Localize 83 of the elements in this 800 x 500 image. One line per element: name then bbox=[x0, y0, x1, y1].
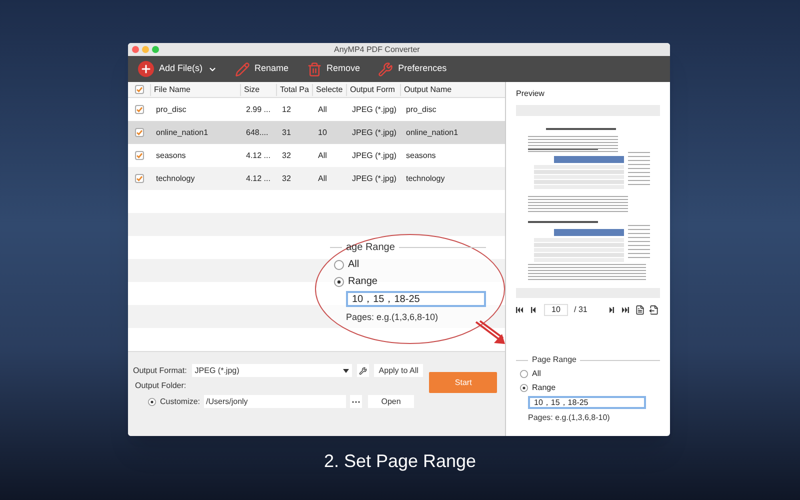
range-input[interactable]: 10，15，18-25 bbox=[528, 396, 646, 409]
window-title: AnyMP4 PDF Converter bbox=[334, 44, 420, 56]
table-cell-text: 648.... bbox=[245, 126, 270, 138]
table-cell-text: JPEG (*.jpg) bbox=[351, 172, 398, 184]
table-cell-text: 4.12 ... bbox=[245, 150, 272, 162]
open-button[interactable]: Open bbox=[368, 395, 414, 408]
table-cell-text: seasons bbox=[405, 150, 437, 162]
column-header: Selecte bbox=[312, 84, 346, 96]
table-cell-text: 12 bbox=[281, 104, 292, 116]
preview-title: Preview bbox=[516, 88, 546, 100]
column-header: Total Pa bbox=[276, 84, 312, 96]
toolbar-button[interactable]: Add File(s) bbox=[138, 61, 217, 77]
range-input[interactable]: 10，15，18-25 bbox=[346, 291, 486, 307]
add-icon bbox=[138, 61, 154, 77]
zoom-button[interactable] bbox=[152, 46, 159, 53]
table-cell-text: pro_disc bbox=[155, 104, 188, 116]
table-cell-text: technology bbox=[155, 172, 196, 184]
table-cell-text: seasons bbox=[155, 150, 187, 162]
last-page-icon[interactable] bbox=[621, 307, 630, 313]
apply-to-all-button[interactable]: Apply to All bbox=[374, 364, 424, 377]
checkbox[interactable] bbox=[134, 105, 144, 114]
table-cell-text: online_nation1 bbox=[405, 126, 460, 138]
table-cell-text: JPEG (*.jpg) bbox=[351, 126, 398, 138]
table-cell-text: online_nation1 bbox=[155, 126, 210, 138]
radio-label: Range bbox=[348, 275, 378, 289]
wrench-icon bbox=[358, 366, 367, 374]
toolbar-button[interactable]: Rename bbox=[234, 62, 289, 76]
pages-hint: Pages: e.g.(1,3,6,8-10) bbox=[346, 311, 440, 324]
arrow-icon bbox=[474, 320, 506, 346]
trash-icon bbox=[306, 62, 322, 76]
table-cell-text: All bbox=[317, 150, 328, 162]
table-cell-text: pro_disc bbox=[405, 104, 438, 116]
radio-button[interactable] bbox=[148, 398, 156, 406]
table-cell-text: 32 bbox=[281, 150, 292, 162]
checkbox[interactable] bbox=[134, 85, 144, 94]
dropdown-arrow-icon bbox=[342, 368, 349, 372]
table-cell-text: 10 bbox=[317, 126, 328, 138]
column-header: Output Form bbox=[346, 84, 400, 96]
group-legend: Page Range bbox=[532, 354, 576, 366]
radio-label: All bbox=[348, 258, 360, 272]
table-cell-text: 2.99 ... bbox=[245, 104, 272, 116]
table-cell-text: All bbox=[317, 104, 328, 116]
output-format-label: Output Format: bbox=[133, 364, 187, 376]
table-cell-text: technology bbox=[405, 172, 446, 184]
checkbox[interactable] bbox=[134, 174, 144, 183]
pencil-icon bbox=[234, 62, 250, 76]
table-cell-text: JPEG (*.jpg) bbox=[351, 104, 398, 116]
group-legend: age Range bbox=[346, 240, 395, 255]
pages-hint: Pages: e.g.(1,3,6,8-10) bbox=[528, 412, 611, 424]
next-page-icon[interactable] bbox=[609, 307, 614, 313]
radio-button[interactable] bbox=[520, 384, 528, 392]
export-document-icon[interactable] bbox=[649, 305, 660, 315]
column-header: File Name bbox=[150, 84, 240, 96]
table-cell-text: 4.12 ... bbox=[245, 172, 272, 184]
format-dropdown[interactable]: JPEG (*.jpg) bbox=[192, 364, 352, 377]
first-page-icon[interactable] bbox=[516, 307, 524, 313]
toolbar-button[interactable]: Remove bbox=[306, 62, 360, 76]
table-cell-text: 32 bbox=[281, 172, 292, 184]
output-folder-label: Output Folder: bbox=[135, 380, 188, 392]
browse-button[interactable] bbox=[350, 395, 362, 408]
page-number-field[interactable]: 10 bbox=[544, 304, 568, 316]
radio-button[interactable] bbox=[520, 370, 528, 378]
page-total: / 31 bbox=[574, 304, 588, 316]
table-cell-text: 31 bbox=[281, 126, 292, 138]
radio-label: All bbox=[532, 368, 541, 380]
table-cell-text: JPEG (*.jpg) bbox=[351, 150, 398, 162]
settings-button[interactable] bbox=[356, 364, 369, 377]
checkbox[interactable] bbox=[134, 128, 144, 137]
close-button[interactable] bbox=[132, 46, 139, 53]
caption: 2. Set Page Range bbox=[324, 450, 476, 473]
table-row[interactable]: technology 4.12 ... 32 All JPEG (*.jpg) technology bbox=[128, 167, 505, 190]
table-row[interactable]: online_nation1 648.... 31 10 JPEG (*.jpg) online_nation1 bbox=[128, 121, 505, 144]
radio-label: Range bbox=[532, 382, 556, 394]
table-cell-text: All bbox=[317, 172, 328, 184]
column-header: Output Name bbox=[400, 84, 505, 96]
column-header: Size bbox=[240, 84, 276, 96]
document-icon[interactable] bbox=[635, 305, 646, 315]
toolbar-button[interactable]: Preferences bbox=[378, 62, 447, 76]
wrench-icon bbox=[378, 62, 394, 76]
checkbox[interactable] bbox=[134, 151, 144, 160]
customize-label: Customize: bbox=[160, 396, 200, 408]
path-field[interactable]: /Users/jonly bbox=[204, 395, 346, 408]
previous-page-icon[interactable] bbox=[531, 307, 536, 313]
